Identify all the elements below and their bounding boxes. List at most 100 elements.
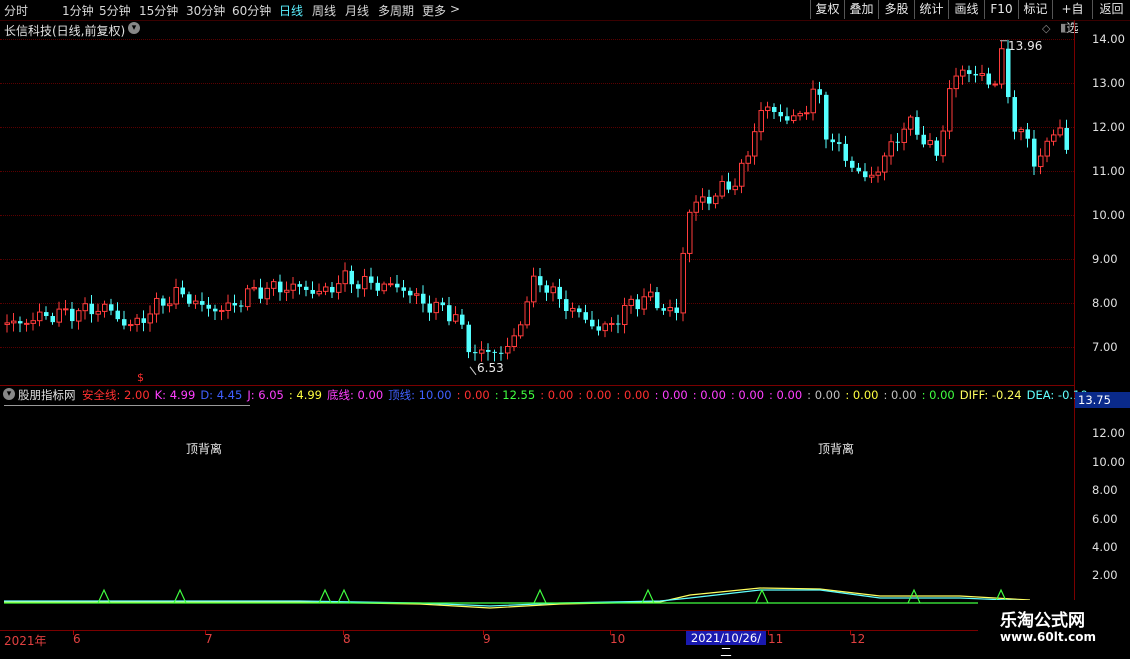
candle-body [538, 276, 543, 286]
candle-body [336, 283, 342, 293]
candle-body [330, 286, 335, 293]
chevron-right-icon[interactable]: > [450, 2, 460, 16]
candle-body [693, 201, 699, 213]
candle-body [882, 155, 888, 173]
last-value-box: 13.75 [1075, 392, 1130, 408]
high-price-label: 13.96 [1008, 39, 1043, 53]
candlestick-chart[interactable] [0, 20, 1074, 385]
candle-body [109, 304, 114, 311]
year-label: 2021年 [4, 634, 47, 648]
candle-body [661, 308, 666, 311]
indicator-tick: 4.00 [1092, 540, 1118, 554]
candle-body [180, 287, 185, 295]
candle-body [999, 48, 1005, 85]
tf-1min[interactable]: 1分钟 [62, 2, 94, 19]
divergence-label: 顶背离 [186, 442, 223, 456]
indicator-value: : 0.00 [730, 388, 765, 402]
indicator-value: J: 6.05 [247, 388, 284, 402]
tf-30min[interactable]: 30分钟 [186, 2, 225, 19]
price-tick: 12.00 [1092, 120, 1125, 134]
candle-body [940, 130, 946, 157]
candle-body [772, 107, 777, 113]
tf-weekly[interactable]: 周线 [312, 2, 336, 19]
candle-body [1006, 48, 1011, 98]
candle-body [609, 322, 615, 325]
tf-monthly[interactable]: 月线 [345, 2, 369, 19]
peak-marker [533, 588, 547, 604]
candle-body [388, 283, 394, 286]
chevron-down-icon[interactable]: ▾ [3, 388, 15, 400]
btn-restore-rights[interactable]: 复权 [810, 0, 844, 19]
candle-body [953, 75, 959, 90]
btn-draw-line[interactable]: 画线 [948, 0, 984, 19]
signal-marker: $ [137, 371, 144, 384]
candle-body [206, 304, 211, 309]
tf-daily[interactable]: 日线 [279, 2, 303, 19]
candle-body [921, 134, 926, 145]
candle-body [979, 73, 985, 76]
indicator-underline [4, 405, 250, 406]
btn-add-watchlist[interactable]: +自选 [1052, 0, 1092, 35]
candle-body [499, 352, 504, 354]
tf-multi-period[interactable]: 多周期 [378, 2, 414, 19]
indicator-tick: 12.00 [1092, 426, 1125, 440]
candle-body [154, 297, 160, 315]
candle-body [915, 117, 920, 135]
candle-body [544, 285, 549, 293]
candle-body [187, 294, 192, 304]
indicator-name[interactable]: 股朋指标网 [18, 387, 76, 403]
candle-body [927, 140, 933, 145]
candle-body [635, 299, 640, 310]
tf-60min[interactable]: 60分钟 [232, 2, 271, 19]
candle-body [863, 171, 868, 178]
indicator-value: : 0.00 [807, 388, 841, 402]
candle-body [934, 140, 939, 156]
candle-body [791, 115, 797, 122]
candle-body [82, 303, 88, 312]
candle-body [739, 162, 745, 187]
candle-body [486, 349, 491, 352]
candle-body [869, 174, 875, 178]
indicator-value: : 0.00 [921, 388, 955, 402]
candle-body [447, 305, 452, 322]
btn-overlay[interactable]: 叠加 [844, 0, 878, 19]
candle-body [674, 307, 679, 313]
btn-back[interactable]: 返回 [1092, 0, 1130, 19]
btn-mark[interactable]: 标记 [1018, 0, 1052, 19]
btn-f10[interactable]: F10 [984, 0, 1018, 19]
candle-body [817, 89, 822, 95]
candle-body [24, 322, 30, 325]
candle-body [225, 302, 231, 311]
candle-body [466, 324, 471, 353]
candle-body [310, 289, 315, 294]
month-label: 10 [610, 632, 626, 646]
price-tick: 8.00 [1092, 296, 1118, 310]
indicator-value: : 0.00 [883, 388, 917, 402]
month-label: 6 [73, 632, 81, 646]
btn-statistics[interactable]: 统计 [914, 0, 948, 19]
candle-body [200, 301, 205, 305]
indicator-value: 底线: 0.00 [327, 388, 384, 402]
candle-body [641, 296, 647, 310]
month-label: 11 [768, 632, 784, 646]
candle-body [719, 180, 725, 197]
candle-body [992, 83, 998, 86]
tf-fenshi[interactable]: 分时 [4, 2, 28, 19]
candle-body [758, 110, 764, 133]
tf-more[interactable]: 更多 [422, 2, 446, 19]
candle-body [596, 326, 601, 331]
tf-15min[interactable]: 15分钟 [139, 2, 178, 19]
candle-body [804, 112, 810, 115]
btn-multi-stock[interactable]: 多股 [878, 0, 914, 19]
candle-body [316, 290, 322, 295]
indicator-chart[interactable] [0, 580, 1074, 628]
candle-body [577, 308, 582, 313]
candle-body [667, 307, 673, 312]
candle-body [707, 196, 712, 204]
candle-body [342, 270, 348, 285]
candle-body [850, 160, 855, 168]
candle-body [356, 284, 361, 289]
candle-body [161, 298, 166, 306]
tf-5min[interactable]: 5分钟 [99, 2, 131, 19]
candle-body [134, 317, 140, 326]
